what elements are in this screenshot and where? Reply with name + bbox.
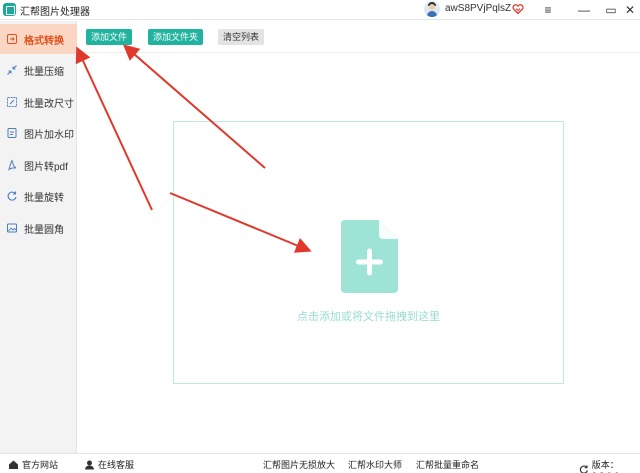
sidebar-item-label: 批量改尺寸 xyxy=(24,98,74,110)
format-convert-icon xyxy=(7,34,17,44)
footer-bar: 官方网站 在线客服 汇帮图片无损放大 汇帮水印大师 汇帮批量重命名 版本：3.8… xyxy=(0,453,640,473)
refresh-icon xyxy=(579,465,588,473)
minimize-button[interactable]: — xyxy=(576,2,592,18)
restore-button[interactable]: ▭ xyxy=(603,2,619,18)
menu-button[interactable]: ≡ xyxy=(540,2,556,18)
username[interactable]: awS8PVjPqlsZ xyxy=(445,3,511,14)
arrow-to-format-convert xyxy=(75,46,153,211)
sidebar-item-pdf[interactable]: 图片转pdf xyxy=(0,150,77,180)
clear-list-button[interactable]: 清空列表 xyxy=(218,29,265,45)
compress-icon xyxy=(7,65,17,75)
sidebar-item-format-convert[interactable]: 格式转换 xyxy=(0,24,77,54)
sidebar-item-compress[interactable]: 批量压缩 xyxy=(0,55,77,85)
home-icon xyxy=(9,460,18,469)
resize-icon xyxy=(7,97,17,107)
sidebar-item-label: 图片转pdf xyxy=(24,161,68,173)
rotate-icon xyxy=(7,191,17,201)
sidebar-item-label: 图片加水印 xyxy=(24,129,74,141)
file-drop-zone[interactable]: 点击添加或将文件拖拽到这里 xyxy=(173,121,564,384)
user-avatar[interactable] xyxy=(424,1,440,17)
watermark-icon xyxy=(7,128,17,138)
vip-heart-icon[interactable] xyxy=(512,3,524,15)
sidebar-item-round-corner[interactable]: 批量圆角 xyxy=(0,213,77,243)
round-corner-icon xyxy=(7,223,17,233)
sidebar-item-rotate[interactable]: 批量旋转 xyxy=(0,181,77,211)
sidebar-item-watermark[interactable]: 图片加水印 xyxy=(0,118,77,148)
add-folder-button[interactable]: 添加文件夹 xyxy=(148,29,204,45)
sidebar-item-label: 格式转换 xyxy=(24,35,64,47)
close-button[interactable]: ✕ xyxy=(622,2,638,18)
sidebar-item-resize[interactable]: 批量改尺寸 xyxy=(0,87,77,117)
sidebar-item-label: 批量圆角 xyxy=(24,224,64,236)
sidebar-item-label: 批量压缩 xyxy=(24,66,64,78)
add-file-icon[interactable] xyxy=(341,220,398,293)
online-support-label: 在线客服 xyxy=(98,460,135,470)
app-title: 汇帮图片处理器 xyxy=(20,7,90,18)
sidebar-item-label: 批量旋转 xyxy=(24,192,64,204)
support-icon xyxy=(85,460,94,470)
official-site-link[interactable]: 官方网站 xyxy=(8,458,58,471)
online-support-link[interactable]: 在线客服 xyxy=(84,458,134,471)
toolbar: 添加文件 添加文件夹 清空列表 xyxy=(78,21,640,53)
add-file-button[interactable]: 添加文件 xyxy=(86,29,133,45)
footer-link-batch-rename[interactable]: 汇帮批量重命名 xyxy=(416,458,479,471)
sidebar: 格式转换 批量压缩 批量改尺寸 图片加水印 图片转pdf 批量旋转 批量圆角 xyxy=(0,21,77,453)
app-logo-icon xyxy=(3,3,16,16)
title-bar: 汇帮图片处理器 awS8PVjPqlsZ ≡ — ▭ ✕ xyxy=(0,0,640,20)
version-info: 版本：3.8.0.0 xyxy=(579,458,640,473)
footer-link-watermark-master[interactable]: 汇帮水印大师 xyxy=(348,458,402,471)
footer-link-lossless-upscale[interactable]: 汇帮图片无损放大 xyxy=(263,458,335,471)
official-site-label: 官方网站 xyxy=(22,460,59,470)
drop-hint-text: 点击添加或将文件拖拽到这里 xyxy=(297,311,440,323)
version-label: 版本：3.8.0.0 xyxy=(591,460,620,473)
pdf-icon xyxy=(8,159,17,171)
